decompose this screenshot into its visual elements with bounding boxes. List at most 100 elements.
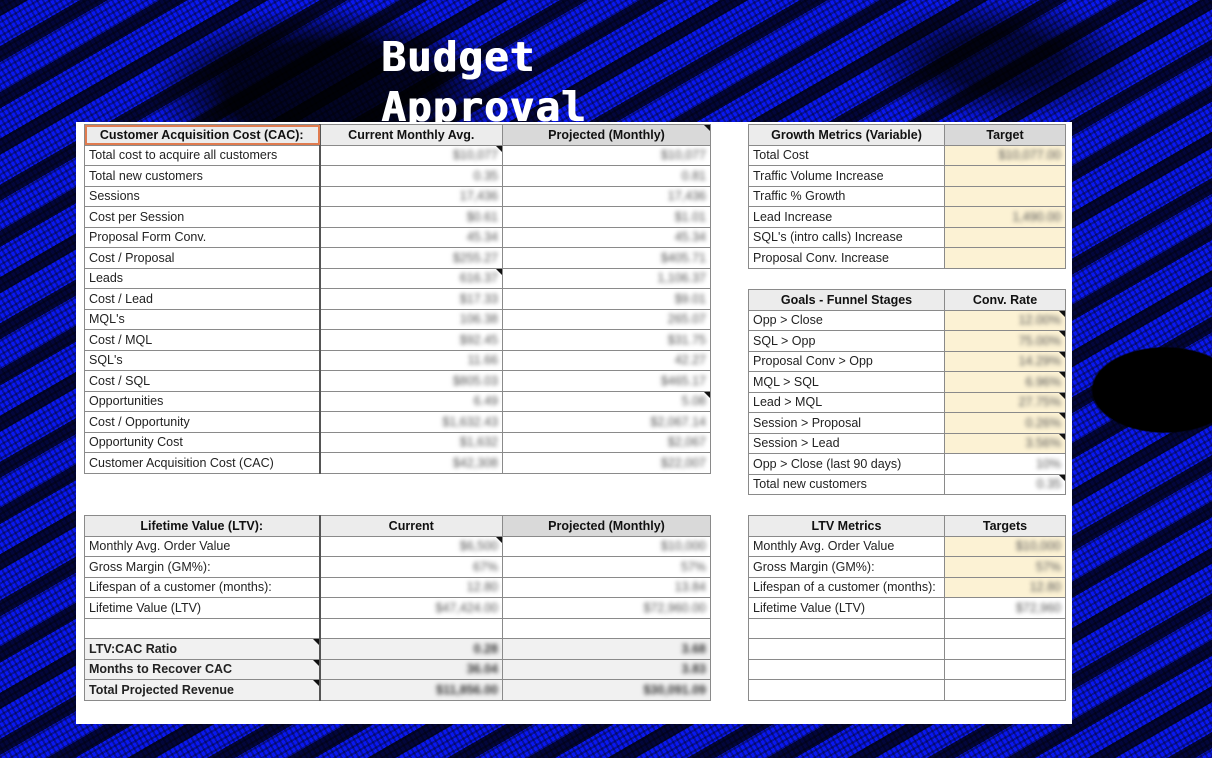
funnel-rate-cell[interactable]: 27.75% <box>944 391 1066 413</box>
ltv-current-cell[interactable]: 12.80 <box>318 576 503 598</box>
ltv-row-label[interactable]: Lifespan of a customer (months): <box>84 576 320 598</box>
cac-header-current[interactable]: Current Monthly Avg. <box>318 124 503 146</box>
cac-row-label[interactable]: Cost / Proposal <box>84 247 320 269</box>
cac-projected-cell[interactable]: $9.01 <box>502 288 711 310</box>
cac-projected-cell[interactable]: 17,436 <box>502 185 711 207</box>
ltv-current-cell[interactable]: $6,500 <box>318 535 503 557</box>
cac-current-cell[interactable]: $1,632 <box>318 431 503 453</box>
ltvm-target-cell[interactable]: 57% <box>944 556 1066 578</box>
cac-current-cell[interactable]: 6.49 <box>318 390 503 412</box>
cac-projected-cell[interactable]: 45.34 <box>502 226 711 248</box>
ltvm-header-label[interactable]: LTV Metrics <box>748 515 945 537</box>
summary-row-label[interactable]: Months to Recover CAC <box>84 658 320 680</box>
growth-row-label[interactable]: Traffic Volume Increase <box>748 165 945 187</box>
growth-target-cell[interactable]: $10,077.00 <box>944 144 1066 166</box>
cac-projected-cell[interactable]: 42.27 <box>502 349 711 371</box>
empty-cell[interactable] <box>748 638 945 660</box>
cac-projected-cell[interactable]: 0.81 <box>502 165 711 187</box>
empty-cell[interactable] <box>944 638 1066 660</box>
ltv-projected-cell[interactable]: $10,000 <box>502 535 711 557</box>
funnel-rate-cell[interactable]: 0.35 <box>944 473 1066 495</box>
ltv-projected-cell[interactable]: 13.84 <box>502 576 711 598</box>
empty-cell[interactable] <box>84 472 711 494</box>
summary-projected-cell[interactable]: $30,091.09 <box>502 679 711 701</box>
ltvm-row-label[interactable]: Lifetime Value (LTV) <box>748 597 945 619</box>
cac-current-cell[interactable]: 616.37 <box>318 267 503 289</box>
empty-cell[interactable] <box>84 617 320 639</box>
ltvm-row-label[interactable]: Gross Margin (GM%): <box>748 556 945 578</box>
funnel-row-label[interactable]: SQL > Opp <box>748 330 945 352</box>
cac-projected-cell[interactable]: $22,007 <box>502 452 711 474</box>
funnel-rate-cell[interactable]: 6.96% <box>944 371 1066 393</box>
cac-row-label[interactable]: Total cost to acquire all customers <box>84 144 320 166</box>
cac-row-label[interactable]: Proposal Form Conv. <box>84 226 320 248</box>
cac-current-cell[interactable]: $805.03 <box>318 370 503 392</box>
ltv-projected-cell[interactable]: 57% <box>502 556 711 578</box>
funnel-row-label[interactable]: Opp > Close (last 90 days) <box>748 453 945 475</box>
cac-current-cell[interactable]: $17.33 <box>318 288 503 310</box>
growth-row-label[interactable]: SQL's (intro calls) Increase <box>748 226 945 248</box>
empty-cell[interactable] <box>502 617 711 639</box>
ltv-row-label[interactable]: Lifetime Value (LTV) <box>84 597 320 619</box>
empty-cell[interactable] <box>944 617 1066 639</box>
cac-projected-cell[interactable]: $2,067.14 <box>502 411 711 433</box>
funnel-rate-cell[interactable]: 0.26% <box>944 412 1066 434</box>
empty-cell[interactable] <box>748 679 945 701</box>
ltvm-header-target[interactable]: Targets <box>944 515 1066 537</box>
ltvm-target-cell[interactable]: $10,000 <box>944 535 1066 557</box>
ltv-row-label[interactable]: Gross Margin (GM%): <box>84 556 320 578</box>
cac-projected-cell[interactable]: $465.17 <box>502 370 711 392</box>
funnel-row-label[interactable]: Proposal Conv > Opp <box>748 350 945 372</box>
funnel-header-label[interactable]: Goals - Funnel Stages <box>748 289 945 311</box>
growth-target-cell[interactable]: 1,490.00 <box>944 206 1066 228</box>
growth-target-cell[interactable] <box>944 226 1066 248</box>
cac-projected-cell[interactable]: $2,067 <box>502 431 711 453</box>
growth-header-label[interactable]: Growth Metrics (Variable) <box>748 124 945 146</box>
summary-row-label[interactable]: LTV:CAC Ratio <box>84 638 320 660</box>
empty-cell[interactable] <box>318 617 503 639</box>
cac-header-label[interactable]: Customer Acquisition Cost (CAC): <box>84 124 320 146</box>
ltvm-target-cell[interactable]: 12.80 <box>944 576 1066 598</box>
empty-cell[interactable] <box>944 658 1066 680</box>
ltv-current-cell[interactable]: $47,424.00 <box>318 597 503 619</box>
cac-row-label[interactable]: Customer Acquisition Cost (CAC) <box>84 452 320 474</box>
empty-cell[interactable] <box>944 679 1066 701</box>
empty-cell[interactable] <box>748 658 945 680</box>
cac-row-label[interactable]: Cost / MQL <box>84 329 320 351</box>
cac-current-cell[interactable]: 17,436 <box>318 185 503 207</box>
funnel-rate-cell[interactable]: 14.29% <box>944 350 1066 372</box>
cac-row-label[interactable]: MQL's <box>84 308 320 330</box>
funnel-rate-cell[interactable]: 12.00% <box>944 309 1066 331</box>
cac-header-projected[interactable]: Projected (Monthly) <box>502 124 711 146</box>
cac-current-cell[interactable]: $0.61 <box>318 206 503 228</box>
growth-target-cell[interactable] <box>944 247 1066 269</box>
ltvm-row-label[interactable]: Monthly Avg. Order Value <box>748 535 945 557</box>
cac-projected-cell[interactable]: 5.08 <box>502 390 711 412</box>
cac-current-cell[interactable]: $1,632.43 <box>318 411 503 433</box>
ltv-header-label[interactable]: Lifetime Value (LTV): <box>84 515 320 537</box>
summary-projected-cell[interactable]: 3.68 <box>502 638 711 660</box>
ltvm-target-cell[interactable]: $72,960 <box>944 597 1066 619</box>
cac-current-cell[interactable]: 106.38 <box>318 308 503 330</box>
funnel-rate-cell[interactable]: 3.56% <box>944 432 1066 454</box>
growth-target-cell[interactable] <box>944 185 1066 207</box>
growth-row-label[interactable]: Proposal Conv. Increase <box>748 247 945 269</box>
ltvm-row-label[interactable]: Lifespan of a customer (months): <box>748 576 945 598</box>
empty-cell[interactable] <box>748 617 945 639</box>
summary-row-label[interactable]: Total Projected Revenue <box>84 679 320 701</box>
summary-current-cell[interactable]: 0.28 <box>318 638 503 660</box>
cac-row-label[interactable]: Cost / Opportunity <box>84 411 320 433</box>
cac-current-cell[interactable]: 11.66 <box>318 349 503 371</box>
ltv-header-projected[interactable]: Projected (Monthly) <box>502 515 711 537</box>
cac-current-cell[interactable]: $92.45 <box>318 329 503 351</box>
cac-row-label[interactable]: Opportunity Cost <box>84 431 320 453</box>
cac-current-cell[interactable]: $255.27 <box>318 247 503 269</box>
cac-current-cell[interactable]: $10,077 <box>318 144 503 166</box>
empty-cell[interactable] <box>84 493 711 515</box>
funnel-header-rate[interactable]: Conv. Rate <box>944 289 1066 311</box>
ltv-current-cell[interactable]: 67% <box>318 556 503 578</box>
ltv-row-label[interactable]: Monthly Avg. Order Value <box>84 535 320 557</box>
cac-projected-cell[interactable]: $405.71 <box>502 247 711 269</box>
cac-projected-cell[interactable]: 265.07 <box>502 308 711 330</box>
cac-row-label[interactable]: Leads <box>84 267 320 289</box>
